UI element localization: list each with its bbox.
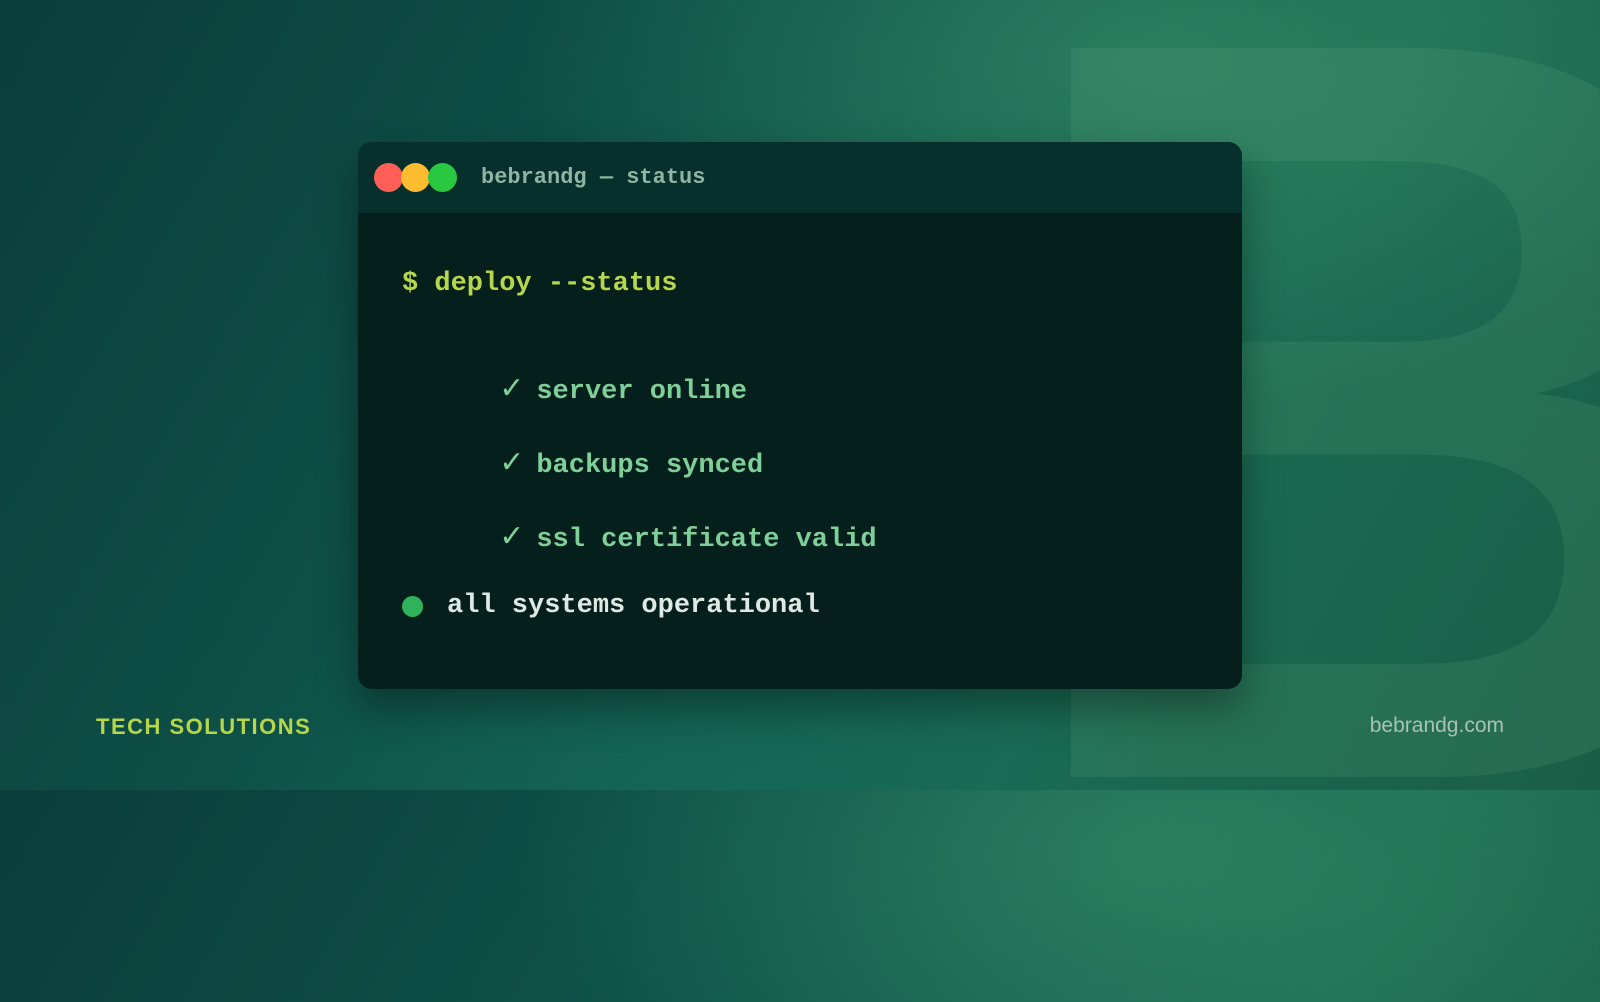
terminal-window: bebrandg — status $ deploy --status ✓ ser…	[358, 142, 1242, 689]
checkmark-icon: ✓	[499, 519, 525, 554]
status-line: all systems operational	[402, 591, 820, 621]
check-line-ssl: ✓ ssl certificate valid	[402, 489, 877, 585]
status-text: all systems operational	[447, 591, 820, 621]
check-text: ssl certificate valid	[536, 525, 877, 555]
minimize-window-button[interactable]	[401, 163, 430, 192]
website-link[interactable]: bebrandg.com	[1370, 714, 1504, 738]
checkmark-icon: ✓	[499, 445, 525, 480]
close-window-button[interactable]	[374, 163, 403, 192]
check-text: backups synced	[536, 451, 764, 481]
command-line: $ deploy --status	[402, 269, 678, 299]
terminal-titlebar: bebrandg — status	[358, 142, 1242, 213]
tagline: TECH SOLUTIONS	[96, 714, 312, 739]
checkmark-icon: ✓	[499, 371, 525, 406]
window-title: bebrandg — status	[481, 165, 706, 190]
check-text: server online	[536, 377, 747, 407]
terminal-body: $ deploy --status ✓ server online ✓ backup…	[358, 213, 1242, 689]
status-indicator-icon	[402, 595, 423, 617]
maximize-window-button[interactable]	[428, 163, 457, 192]
